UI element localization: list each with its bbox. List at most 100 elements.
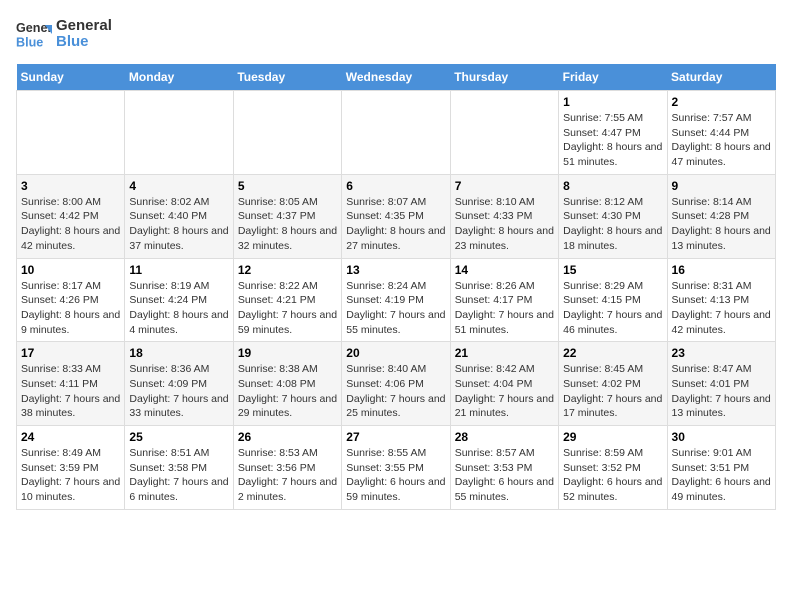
- day-number: 6: [346, 179, 445, 193]
- calendar-cell: 3Sunrise: 8:00 AMSunset: 4:42 PMDaylight…: [17, 174, 125, 258]
- day-info: Sunrise: 8:53 AMSunset: 3:56 PMDaylight:…: [238, 446, 337, 505]
- day-number: 26: [238, 430, 337, 444]
- calendar-week-1: 3Sunrise: 8:00 AMSunset: 4:42 PMDaylight…: [17, 174, 776, 258]
- day-info: Sunrise: 9:01 AMSunset: 3:51 PMDaylight:…: [672, 446, 771, 505]
- day-number: 14: [455, 263, 554, 277]
- calendar-cell: 21 Sunrise: 8:42 AMSunset: 4:04 PMDayligh…: [450, 342, 558, 426]
- day-number: 30: [672, 430, 771, 444]
- calendar-week-0: 1 Sunrise: 7:55 AMSunset: 4:47 PMDaylight…: [17, 91, 776, 175]
- day-info: Sunrise: 8:02 AMSunset: 4:40 PMDaylight:…: [129, 195, 228, 254]
- day-number: 21: [455, 346, 554, 360]
- day-info: Sunrise: 8:57 AMSunset: 3:53 PMDaylight:…: [455, 446, 554, 505]
- day-info: Sunrise: 7:57 AMSunset: 4:44 PMDaylight:…: [672, 111, 771, 170]
- day-number: 4: [129, 179, 228, 193]
- calendar-cell: 24Sunrise: 8:49 AMSunset: 3:59 PMDayligh…: [17, 426, 125, 510]
- calendar-table: SundayMondayTuesdayWednesdayThursdayFrid…: [16, 64, 776, 510]
- day-number: 23: [672, 346, 771, 360]
- logo-general: General: [56, 18, 112, 35]
- logo-icon: General Blue: [16, 16, 52, 52]
- day-info: Sunrise: 8:05 AMSunset: 4:37 PMDaylight:…: [238, 195, 337, 254]
- day-number: 18: [129, 346, 228, 360]
- calendar-cell: [342, 91, 450, 175]
- calendar-cell: 14Sunrise: 8:26 AMSunset: 4:17 PMDayligh…: [450, 258, 558, 342]
- day-number: 13: [346, 263, 445, 277]
- day-info: Sunrise: 8:24 AMSunset: 4:19 PMDaylight:…: [346, 279, 445, 338]
- svg-text:Blue: Blue: [16, 36, 43, 50]
- weekday-header-sunday: Sunday: [17, 64, 125, 91]
- day-info: Sunrise: 8:47 AMSunset: 4:01 PMDaylight:…: [672, 362, 771, 421]
- calendar-cell: 4 Sunrise: 8:02 AMSunset: 4:40 PMDaylight…: [125, 174, 233, 258]
- day-info: Sunrise: 8:36 AMSunset: 4:09 PMDaylight:…: [129, 362, 228, 421]
- day-info: Sunrise: 8:10 AMSunset: 4:33 PMDaylight:…: [455, 195, 554, 254]
- calendar-cell: 25Sunrise: 8:51 AMSunset: 3:58 PMDayligh…: [125, 426, 233, 510]
- day-number: 3: [21, 179, 120, 193]
- calendar-cell: 11 Sunrise: 8:19 AMSunset: 4:24 PMDayligh…: [125, 258, 233, 342]
- day-info: Sunrise: 8:40 AMSunset: 4:06 PMDaylight:…: [346, 362, 445, 421]
- day-number: 12: [238, 263, 337, 277]
- day-number: 22: [563, 346, 662, 360]
- weekday-header-row: SundayMondayTuesdayWednesdayThursdayFrid…: [17, 64, 776, 91]
- day-number: 2: [672, 95, 771, 109]
- calendar-cell: 23 Sunrise: 8:47 AMSunset: 4:01 PMDayligh…: [667, 342, 775, 426]
- calendar-cell: 26 Sunrise: 8:53 AMSunset: 3:56 PMDayligh…: [233, 426, 341, 510]
- calendar-cell: 15 Sunrise: 8:29 AMSunset: 4:15 PMDayligh…: [559, 258, 667, 342]
- day-number: 27: [346, 430, 445, 444]
- day-info: Sunrise: 8:12 AMSunset: 4:30 PMDaylight:…: [563, 195, 662, 254]
- calendar-cell: 13 Sunrise: 8:24 AMSunset: 4:19 PMDayligh…: [342, 258, 450, 342]
- day-number: 11: [129, 263, 228, 277]
- calendar-week-2: 10 Sunrise: 8:17 AMSunset: 4:26 PMDayligh…: [17, 258, 776, 342]
- calendar-cell: 28 Sunrise: 8:57 AMSunset: 3:53 PMDayligh…: [450, 426, 558, 510]
- calendar-cell: 27 Sunrise: 8:55 AMSunset: 3:55 PMDayligh…: [342, 426, 450, 510]
- calendar-cell: 6 Sunrise: 8:07 AMSunset: 4:35 PMDaylight…: [342, 174, 450, 258]
- day-info: Sunrise: 8:33 AMSunset: 4:11 PMDaylight:…: [21, 362, 120, 421]
- day-info: Sunrise: 8:59 AMSunset: 3:52 PMDaylight:…: [563, 446, 662, 505]
- day-number: 29: [563, 430, 662, 444]
- day-number: 15: [563, 263, 662, 277]
- svg-text:General: General: [16, 21, 52, 35]
- day-number: 17: [21, 346, 120, 360]
- calendar-cell: 10 Sunrise: 8:17 AMSunset: 4:26 PMDayligh…: [17, 258, 125, 342]
- calendar-cell: 12Sunrise: 8:22 AMSunset: 4:21 PMDayligh…: [233, 258, 341, 342]
- calendar-cell: 5 Sunrise: 8:05 AMSunset: 4:37 PMDaylight…: [233, 174, 341, 258]
- day-number: 16: [672, 263, 771, 277]
- day-number: 10: [21, 263, 120, 277]
- day-number: 1: [563, 95, 662, 109]
- day-info: Sunrise: 8:55 AMSunset: 3:55 PMDaylight:…: [346, 446, 445, 505]
- calendar-cell: 9 Sunrise: 8:14 AMSunset: 4:28 PMDaylight…: [667, 174, 775, 258]
- calendar-cell: 16Sunrise: 8:31 AMSunset: 4:13 PMDayligh…: [667, 258, 775, 342]
- calendar-cell: 22 Sunrise: 8:45 AMSunset: 4:02 PMDayligh…: [559, 342, 667, 426]
- day-number: 7: [455, 179, 554, 193]
- logo-blue: Blue: [56, 34, 112, 51]
- day-info: Sunrise: 8:19 AMSunset: 4:24 PMDaylight:…: [129, 279, 228, 338]
- day-number: 9: [672, 179, 771, 193]
- day-info: Sunrise: 8:17 AMSunset: 4:26 PMDaylight:…: [21, 279, 120, 338]
- calendar-cell: [17, 91, 125, 175]
- day-number: 25: [129, 430, 228, 444]
- weekday-header-thursday: Thursday: [450, 64, 558, 91]
- day-info: Sunrise: 8:14 AMSunset: 4:28 PMDaylight:…: [672, 195, 771, 254]
- weekday-header-monday: Monday: [125, 64, 233, 91]
- calendar-cell: [450, 91, 558, 175]
- calendar-week-3: 17 Sunrise: 8:33 AMSunset: 4:11 PMDayligh…: [17, 342, 776, 426]
- day-info: Sunrise: 8:38 AMSunset: 4:08 PMDaylight:…: [238, 362, 337, 421]
- day-number: 20: [346, 346, 445, 360]
- day-info: Sunrise: 7:55 AMSunset: 4:47 PMDaylight:…: [563, 111, 662, 170]
- weekday-header-saturday: Saturday: [667, 64, 775, 91]
- day-number: 5: [238, 179, 337, 193]
- weekday-header-tuesday: Tuesday: [233, 64, 341, 91]
- day-info: Sunrise: 8:45 AMSunset: 4:02 PMDaylight:…: [563, 362, 662, 421]
- logo: General Blue General Blue: [16, 16, 112, 52]
- calendar-cell: [233, 91, 341, 175]
- day-info: Sunrise: 8:49 AMSunset: 3:59 PMDaylight:…: [21, 446, 120, 505]
- day-info: Sunrise: 8:42 AMSunset: 4:04 PMDaylight:…: [455, 362, 554, 421]
- day-info: Sunrise: 8:07 AMSunset: 4:35 PMDaylight:…: [346, 195, 445, 254]
- calendar-cell: 2 Sunrise: 7:57 AMSunset: 4:44 PMDaylight…: [667, 91, 775, 175]
- day-info: Sunrise: 8:29 AMSunset: 4:15 PMDaylight:…: [563, 279, 662, 338]
- page-header: General Blue General Blue: [16, 16, 776, 52]
- day-number: 28: [455, 430, 554, 444]
- calendar-cell: 30 Sunrise: 9:01 AMSunset: 3:51 PMDayligh…: [667, 426, 775, 510]
- day-number: 19: [238, 346, 337, 360]
- calendar-cell: 18 Sunrise: 8:36 AMSunset: 4:09 PMDayligh…: [125, 342, 233, 426]
- calendar-cell: 20 Sunrise: 8:40 AMSunset: 4:06 PMDayligh…: [342, 342, 450, 426]
- calendar-cell: 7 Sunrise: 8:10 AMSunset: 4:33 PMDaylight…: [450, 174, 558, 258]
